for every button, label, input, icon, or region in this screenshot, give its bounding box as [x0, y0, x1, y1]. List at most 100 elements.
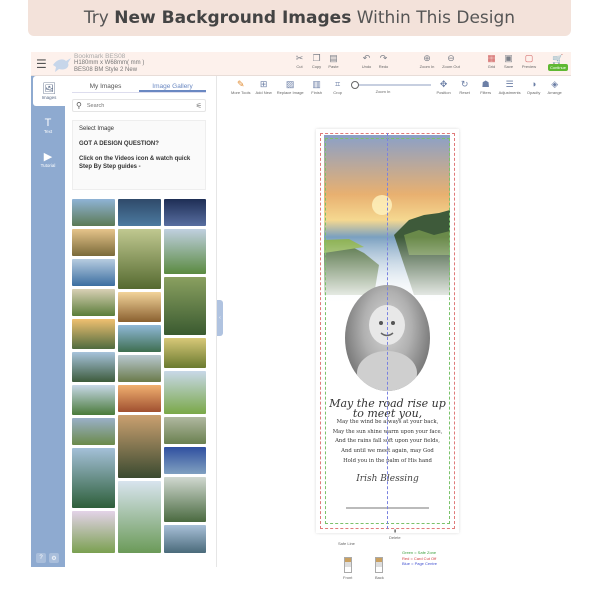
crop-button[interactable]: ⌗ Crop — [330, 79, 346, 95]
replace-image-button[interactable]: ▨ Replace Image — [277, 79, 304, 95]
grid-button[interactable]: ▦ Grid — [485, 53, 498, 69]
save-icon: ▣ — [504, 53, 513, 63]
search-box: ⚲ ⚟ — [72, 99, 206, 112]
front-page-thumb[interactable] — [344, 557, 352, 573]
gallery-thumb[interactable] — [164, 277, 206, 335]
zoom-slider[interactable]: Zoom In — [350, 79, 431, 94]
gallery-thumb[interactable] — [72, 511, 115, 553]
finish-icon: ▥ — [312, 79, 321, 89]
gallery-thumb[interactable] — [164, 371, 206, 414]
gallery-thumb[interactable] — [118, 292, 161, 322]
gallery-thumb[interactable] — [164, 447, 206, 474]
undo-button[interactable]: ↶ Undo — [360, 53, 373, 69]
gallery-thumb[interactable] — [118, 355, 161, 382]
adjustments-icon: ☰ — [505, 79, 514, 89]
copy-icon: ❐ — [312, 53, 321, 63]
rail-item-tutorial[interactable]: ▶ Tutorial — [33, 144, 63, 174]
opacity-button[interactable]: ◑ Opacity — [526, 79, 542, 95]
arrange-icon: ◈ — [551, 79, 559, 89]
gallery-thumb[interactable] — [164, 417, 206, 444]
images-icon: 🖼 — [42, 82, 56, 95]
zoom-out-icon: ⊖ — [447, 53, 455, 63]
tutorial-icon: ▶ — [43, 150, 53, 163]
more-tools-button[interactable]: ✎ More Tools — [231, 79, 251, 95]
delete-icon[interactable]: ▮ — [394, 528, 396, 533]
continue-button[interactable]: 🛒 Continue — [546, 54, 570, 74]
finish-button[interactable]: ▥ Finish — [309, 79, 325, 95]
more-tools-icon: ✎ — [236, 79, 245, 89]
add-new-button[interactable]: ⊞ Add New — [256, 79, 272, 95]
gallery-thumb[interactable] — [118, 229, 161, 289]
rail-item-text[interactable]: T Text — [33, 110, 63, 140]
redo-button[interactable]: ↷ Redo — [377, 53, 390, 69]
back-page-thumb[interactable] — [375, 557, 383, 573]
gallery-thumb[interactable] — [72, 385, 115, 415]
gallery-thumb[interactable] — [72, 199, 115, 226]
adjustments-button[interactable]: ☰ Adjustments — [499, 79, 521, 95]
filter-icon[interactable]: ⚟ — [196, 102, 202, 110]
rail-item-images[interactable]: 🖼 Images — [33, 76, 65, 106]
delete-label: Delete — [389, 535, 401, 540]
gallery-thumb[interactable] — [118, 325, 161, 352]
position-button[interactable]: ✥ Position — [436, 79, 452, 95]
gallery-thumb[interactable] — [164, 199, 206, 226]
search-icon: ⚲ — [76, 101, 82, 110]
design-editor: ☰ Bookmark BES08 H180mm x W68mm( mm ) BE… — [31, 52, 571, 580]
paste-button[interactable]: ▤ Paste — [327, 53, 340, 69]
front-label: Front — [343, 575, 353, 580]
image-gallery-grid — [72, 199, 206, 565]
promo-banner: Try New Background Images Within This De… — [28, 0, 571, 36]
help-icon[interactable]: ? — [36, 553, 46, 563]
product-title: Bookmark BES08 H180mm x W68mm( mm ) BES0… — [74, 53, 145, 74]
dove-logo-icon — [53, 58, 71, 72]
gallery-thumb[interactable] — [72, 418, 115, 445]
gallery-thumb[interactable] — [118, 481, 161, 553]
gallery-thumb[interactable] — [164, 229, 206, 274]
gallery-thumb[interactable] — [72, 319, 115, 349]
gallery-thumb[interactable] — [118, 199, 161, 226]
cut-button[interactable]: ✂ Cut — [293, 53, 306, 69]
zoom-knob[interactable] — [350, 81, 359, 89]
gallery-thumb[interactable] — [164, 338, 206, 368]
top-bar: ☰ Bookmark BES08 H180mm x W68mm( mm ) BE… — [31, 52, 571, 76]
gallery-thumb[interactable] — [72, 448, 115, 508]
design-canvas[interactable]: May the road rise up to meet you, May th… — [316, 129, 459, 533]
copy-button[interactable]: ❐ Copy — [310, 53, 323, 69]
panel-tabs: My Images Image Gallery — [72, 80, 206, 93]
tab-my-images[interactable]: My Images — [72, 80, 139, 92]
cart-icon: 🛒 — [552, 54, 564, 64]
crop-icon: ⌗ — [335, 79, 341, 89]
reset-button[interactable]: ↻ Reset — [457, 79, 473, 95]
guide-text: Click on the Videos icon & watch quick S… — [79, 156, 191, 170]
filters-icon: ☗ — [481, 79, 490, 89]
menu-icon[interactable]: ☰ — [36, 57, 47, 71]
search-input[interactable] — [86, 102, 187, 109]
zoom-out-button[interactable]: ⊖ Zoom Out — [441, 53, 461, 69]
gallery-thumb[interactable] — [72, 352, 115, 382]
collapse-panel-handle[interactable]: ‹ — [217, 300, 223, 336]
tab-image-gallery[interactable]: Image Gallery — [139, 80, 206, 92]
gallery-thumb[interactable] — [118, 415, 161, 478]
gallery-thumb[interactable] — [72, 289, 115, 316]
guide-legend: Green = Safe Zone Red = Card Cut Off Blu… — [402, 550, 437, 567]
gallery-thumb[interactable] — [118, 385, 161, 412]
legend-blue: Blue = Page Centre — [402, 561, 438, 566]
gallery-thumb[interactable] — [164, 477, 206, 522]
cut-icon: ✂ — [295, 53, 304, 63]
filters-button[interactable]: ☗ Filters — [478, 79, 494, 95]
preview-icon: ▢ — [524, 53, 534, 63]
image-panel: My Images Image Gallery ⚲ ⚟ Select Image… — [68, 80, 210, 567]
gallery-thumb[interactable] — [72, 229, 115, 256]
settings-icon[interactable]: ⚙ — [49, 553, 59, 563]
zoom-in-button[interactable]: ⊕ Zoom In — [417, 53, 437, 69]
gallery-thumb[interactable] — [164, 525, 206, 553]
preview-button[interactable]: ▢ Preview — [519, 53, 539, 69]
gallery-thumb[interactable] — [72, 259, 115, 286]
back-label: Back — [375, 575, 384, 580]
info-box: Select Image GOT A DESIGN QUESTION? Clic… — [72, 120, 206, 190]
design-question: GOT A DESIGN QUESTION? — [79, 141, 159, 147]
save-button[interactable]: ▣ Save — [502, 53, 515, 69]
arrange-button[interactable]: ◈ Arrange — [547, 79, 563, 95]
page-centre-guide — [387, 133, 388, 529]
safe-line-label: Safe Line — [338, 541, 355, 546]
